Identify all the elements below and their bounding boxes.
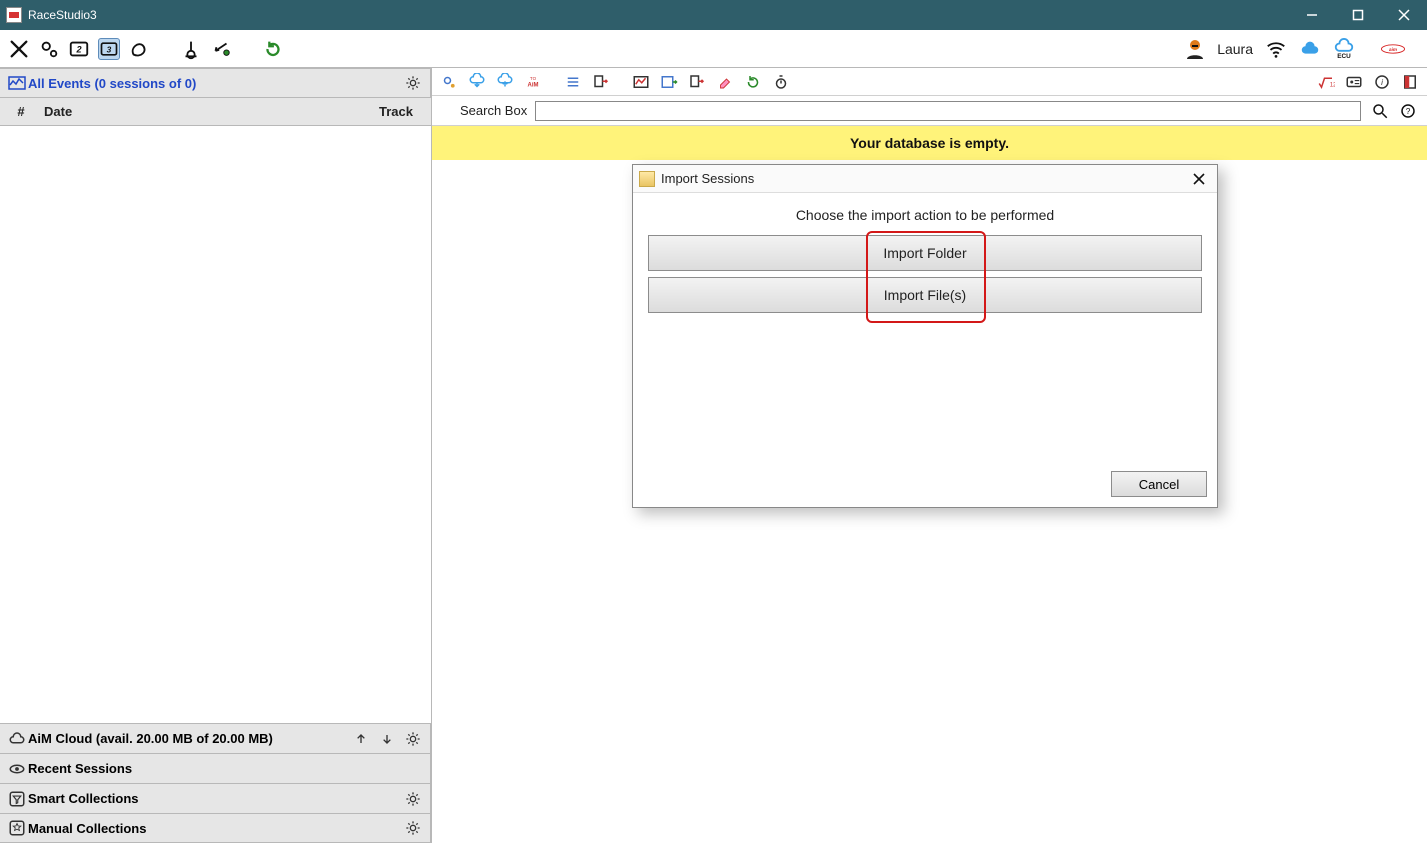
col-num[interactable]: # xyxy=(6,104,36,119)
user-name: Laura xyxy=(1217,41,1253,57)
gear-icon xyxy=(405,791,421,807)
manual-panel[interactable]: Manual Collections xyxy=(0,813,431,843)
svg-text:aim: aim xyxy=(1389,46,1397,51)
filter-icon xyxy=(6,790,28,808)
sidebar: All Events (0 sessions of 0) # Date Trac… xyxy=(0,68,432,843)
main-toolbar: 2 3 Laura ECU aim xyxy=(0,30,1427,68)
dialog-prompt: Choose the import action to be performed xyxy=(645,207,1205,223)
download-arrow-icon xyxy=(210,37,232,61)
cloud-down-button[interactable] xyxy=(376,728,398,750)
close-icon xyxy=(1193,173,1205,185)
arrow-up-icon xyxy=(353,731,369,747)
ecu-icon: ECU xyxy=(1333,37,1355,61)
arrow-down-icon xyxy=(379,731,395,747)
analysis2-icon: 2 xyxy=(68,37,90,61)
col-date[interactable]: Date xyxy=(36,104,296,119)
app-title: RaceStudio3 xyxy=(28,8,97,22)
smart-panel[interactable]: Smart Collections xyxy=(0,783,431,813)
events-icon xyxy=(6,74,28,92)
wrench-cross-icon xyxy=(8,37,30,61)
smart-label: Smart Collections xyxy=(28,791,139,806)
track-icon xyxy=(128,37,150,61)
track-button[interactable] xyxy=(128,38,150,60)
dialog-titlebar: Import Sessions xyxy=(633,165,1217,193)
import-folder-button[interactable]: Import Folder xyxy=(648,235,1202,271)
cloud-settings-button[interactable] xyxy=(402,728,424,750)
ecu-button[interactable]: ECU xyxy=(1333,38,1355,60)
import-files-button[interactable]: Import File(s) xyxy=(648,277,1202,313)
recent-panel[interactable]: Recent Sessions xyxy=(0,753,431,783)
smart-settings-button[interactable] xyxy=(402,788,424,810)
dialog-title: Import Sessions xyxy=(661,171,754,186)
download-button[interactable] xyxy=(210,38,232,60)
analysis3-icon: 3 xyxy=(99,37,119,61)
col-track[interactable]: Track xyxy=(296,104,425,119)
app-icon xyxy=(6,7,22,23)
refresh-button[interactable] xyxy=(262,38,284,60)
import-files-label: Import File(s) xyxy=(884,287,966,303)
dialog-close-button[interactable] xyxy=(1187,167,1211,191)
user-block[interactable]: Laura xyxy=(1183,37,1253,61)
analysis3-button[interactable]: 3 xyxy=(98,38,120,60)
cancel-label: Cancel xyxy=(1139,477,1179,492)
minimize-icon xyxy=(1306,9,1318,21)
events-settings-button[interactable] xyxy=(402,72,424,94)
close-button[interactable] xyxy=(1381,0,1427,30)
cancel-button[interactable]: Cancel xyxy=(1111,471,1207,497)
cloud-panel[interactable]: AiM Cloud (avail. 20.00 MB of 20.00 MB) xyxy=(0,723,431,753)
titlebar: RaceStudio3 xyxy=(0,0,1427,30)
aim-logo: aim xyxy=(1367,38,1419,60)
settings-button[interactable] xyxy=(38,38,60,60)
wifi-icon xyxy=(1265,37,1287,61)
close-icon xyxy=(1398,9,1410,21)
dialog-overlay: Import Sessions Choose the import action… xyxy=(432,68,1427,843)
manual-settings-button[interactable] xyxy=(402,817,424,839)
gear-icon xyxy=(405,75,421,91)
events-table-body xyxy=(0,126,431,723)
temperature-button[interactable] xyxy=(180,38,202,60)
main-area: TOAiM 123 i Search Box ? xyxy=(432,68,1427,843)
bottom-panels: AiM Cloud (avail. 20.00 MB of 20.00 MB) … xyxy=(0,723,431,843)
temperature-icon xyxy=(180,37,202,61)
analysis2-button[interactable]: 2 xyxy=(68,38,90,60)
gear-icon xyxy=(405,731,421,747)
recent-label: Recent Sessions xyxy=(28,761,132,776)
cloud-up-button[interactable] xyxy=(350,728,372,750)
events-table-header: # Date Track xyxy=(0,98,431,126)
cloud-icon xyxy=(1299,37,1321,61)
import-folder-label: Import Folder xyxy=(883,245,966,261)
cloud-label: AiM Cloud (avail. 20.00 MB of 20.00 MB) xyxy=(28,731,273,746)
svg-text:ECU: ECU xyxy=(1337,53,1351,60)
all-events-header[interactable]: All Events (0 sessions of 0) xyxy=(0,68,431,98)
wifi-button[interactable] xyxy=(1265,38,1287,60)
refresh-icon xyxy=(262,37,284,61)
all-events-label: All Events (0 sessions of 0) xyxy=(28,76,196,91)
eye-icon xyxy=(6,760,28,778)
gears-icon xyxy=(38,37,60,61)
manual-label: Manual Collections xyxy=(28,821,146,836)
tools-button[interactable] xyxy=(8,38,30,60)
star-icon xyxy=(6,819,28,837)
dialog-icon xyxy=(639,171,655,187)
svg-text:3: 3 xyxy=(107,44,112,54)
avatar-icon xyxy=(1183,37,1207,61)
maximize-button[interactable] xyxy=(1335,0,1381,30)
import-dialog: Import Sessions Choose the import action… xyxy=(632,164,1218,508)
cloud-outline-icon xyxy=(6,730,28,748)
cloud-button[interactable] xyxy=(1299,38,1321,60)
aim-logo-icon: aim xyxy=(1381,37,1405,61)
gear-icon xyxy=(405,820,421,836)
maximize-icon xyxy=(1352,9,1364,21)
minimize-button[interactable] xyxy=(1289,0,1335,30)
svg-text:2: 2 xyxy=(75,44,81,54)
